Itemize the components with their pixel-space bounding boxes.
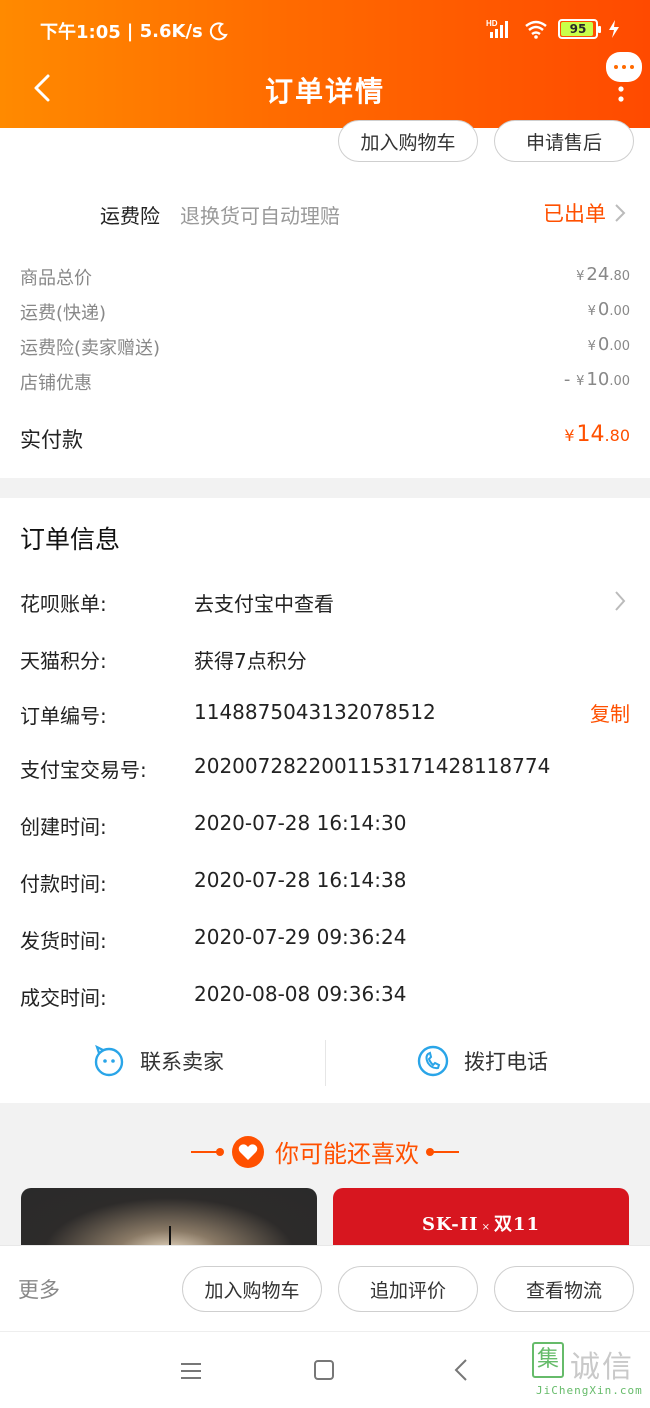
view-logistics-button[interactable]: 查看物流 [494, 1266, 634, 1312]
price-amount: ¥0.00 [587, 334, 630, 355]
info-row-alipay-number: 支付宝交易号: 2020072822001153171428118774 [20, 750, 630, 784]
paid-label: 实付款 [20, 428, 83, 452]
insurance-status: 已出单 [543, 202, 606, 226]
order-info-card: 订单信息 花呗账单: 去支付宝中查看 天猫积分: 获得7点积分 订单编号: 11… [0, 498, 650, 1103]
info-row-shipped: 发货时间: 2020-07-29 09:36:24 [20, 921, 630, 955]
price-label: 运费险(卖家赠送) [20, 338, 161, 359]
info-value: 1148875043132078512 [194, 700, 436, 724]
decor-line [191, 1147, 224, 1156]
chevron-right-icon [615, 204, 626, 222]
call-phone-button[interactable]: 拨打电话 [416, 1044, 548, 1078]
battery-icon: 95 [558, 19, 601, 39]
price-summary-card: 加入购物车 申请售后 运费险 退换货可自动理赔 已出单 商品总价 ¥24.80 … [0, 120, 650, 478]
add-review-button[interactable]: 追加评价 [338, 1266, 478, 1312]
price-amount: ¥0.00 [587, 299, 630, 320]
shipping-insurance-row: 运费险 退换货可自动理赔 [100, 200, 340, 229]
page-title: 订单详情 [264, 75, 385, 108]
contact-seller-label: 联系卖家 [140, 1050, 224, 1074]
bottom-action-bar: 更多 加入购物车 追加评价 查看物流 [0, 1245, 650, 1331]
battery-level: 95 [569, 22, 587, 36]
system-nav-bar: 集 诚信 JiChengXin.com [0, 1331, 650, 1408]
info-key: 成交时间: [20, 986, 107, 1010]
seller-chat-icon [94, 1044, 124, 1077]
watermark-box: 集 [532, 1342, 564, 1378]
after-sale-button[interactable]: 申请售后 [494, 120, 634, 162]
info-value: 2020-07-29 09:36:24 [194, 925, 407, 949]
info-value: 2020-07-28 16:14:30 [194, 811, 407, 835]
status-time: 下午1:05 [40, 22, 121, 43]
wifi-icon [525, 20, 547, 39]
system-back-icon[interactable] [454, 1358, 468, 1382]
status-bar: 下午1:05 | 5.6K/s HD 95 [0, 0, 650, 60]
insurance-desc: 退换货可自动理赔 [180, 204, 340, 228]
divider [325, 1040, 326, 1086]
decor-line [426, 1147, 459, 1156]
price-row-discount: 店铺优惠 - ¥10.00 [20, 369, 630, 399]
order-info-title: 订单信息 [20, 525, 121, 554]
info-value: 2020-08-08 09:36:34 [194, 982, 407, 1006]
recommend-title: 你可能还喜欢 [0, 1134, 650, 1169]
paid-amount: ¥14.80 [564, 422, 630, 447]
add-to-cart-button[interactable]: 加入购物车 [182, 1266, 322, 1312]
network-label: HD [486, 19, 498, 28]
info-row-order-number: 订单编号: 1148875043132078512 复制 [20, 696, 630, 730]
contact-bar: 联系卖家 拨打电话 [0, 1036, 650, 1086]
info-key: 发货时间: [20, 929, 107, 953]
home-icon[interactable] [314, 1360, 334, 1380]
info-row-points: 天猫积分: 获得7点积分 [20, 641, 630, 675]
info-row-completed: 成交时间: 2020-08-08 09:36:34 [20, 978, 630, 1012]
info-key: 创建时间: [20, 815, 107, 839]
insurance-status-link[interactable]: 已出单 [543, 198, 626, 228]
watermark-url: JiChengXin.com [536, 1384, 643, 1397]
info-row-huabei[interactable]: 花呗账单: 去支付宝中查看 [20, 584, 630, 618]
info-row-created: 创建时间: 2020-07-28 16:14:30 [20, 807, 630, 841]
status-speed: | 5.6K/s [126, 20, 203, 42]
recommend-title-text: 你可能还喜欢 [275, 1140, 419, 1168]
info-key: 花呗账单: [20, 592, 107, 616]
recents-menu-icon[interactable] [180, 1362, 202, 1380]
info-value: 2020-07-28 16:14:38 [194, 868, 407, 892]
app-header: 下午1:05 | 5.6K/s HD 95 订单详情 [0, 0, 650, 128]
info-value: 2020072822001153171428118774 [194, 754, 551, 778]
recommend-product-card[interactable] [21, 1188, 317, 1248]
more-menu-icon[interactable] [612, 74, 630, 104]
info-row-paid: 付款时间: 2020-07-28 16:14:38 [20, 864, 630, 898]
call-phone-label: 拨打电话 [464, 1050, 548, 1074]
signal-icon: HD [486, 19, 508, 38]
moon-icon [209, 22, 228, 41]
more-button[interactable]: 更多 [18, 1274, 60, 1304]
copy-button[interactable]: 复制 [590, 698, 630, 727]
price-label: 商品总价 [20, 268, 92, 289]
phone-icon [417, 1045, 449, 1077]
product-brand-logo: SK-II × 双11 [421, 1214, 541, 1235]
info-key: 订单编号: [20, 704, 107, 728]
price-amount: - ¥10.00 [563, 369, 630, 390]
charging-icon [609, 20, 619, 38]
chevron-right-icon [615, 591, 626, 611]
price-row-total: 商品总价 ¥24.80 [20, 264, 630, 294]
status-left: 下午1:05 | 5.6K/s [40, 18, 229, 44]
insurance-label: 运费险 [100, 204, 160, 228]
price-row-shipping: 运费(快递) ¥0.00 [20, 299, 630, 329]
info-key: 付款时间: [20, 872, 107, 896]
price-amount: ¥24.80 [576, 264, 630, 285]
heart-icon [232, 1135, 264, 1168]
info-key: 支付宝交易号: [20, 758, 147, 782]
info-key: 天猫积分: [20, 649, 107, 673]
watermark-text: 诚信 [570, 1350, 634, 1385]
info-value: 去支付宝中查看 [194, 592, 334, 616]
paid-amount-row: 实付款 ¥14.80 [20, 422, 630, 458]
watermark-logo: 集 诚信 JiChengXin.com [532, 1342, 644, 1402]
price-label: 运费(快递) [20, 303, 107, 324]
price-label: 店铺优惠 [20, 373, 92, 394]
status-right: HD 95 [486, 18, 620, 40]
price-row-insurance: 运费险(卖家赠送) ¥0.00 [20, 334, 630, 364]
recommend-product-card[interactable]: SK-II × 双11 [333, 1188, 629, 1248]
info-value: 获得7点积分 [194, 649, 307, 673]
contact-seller-button[interactable]: 联系卖家 [92, 1044, 224, 1078]
add-to-cart-button[interactable]: 加入购物车 [338, 120, 478, 162]
